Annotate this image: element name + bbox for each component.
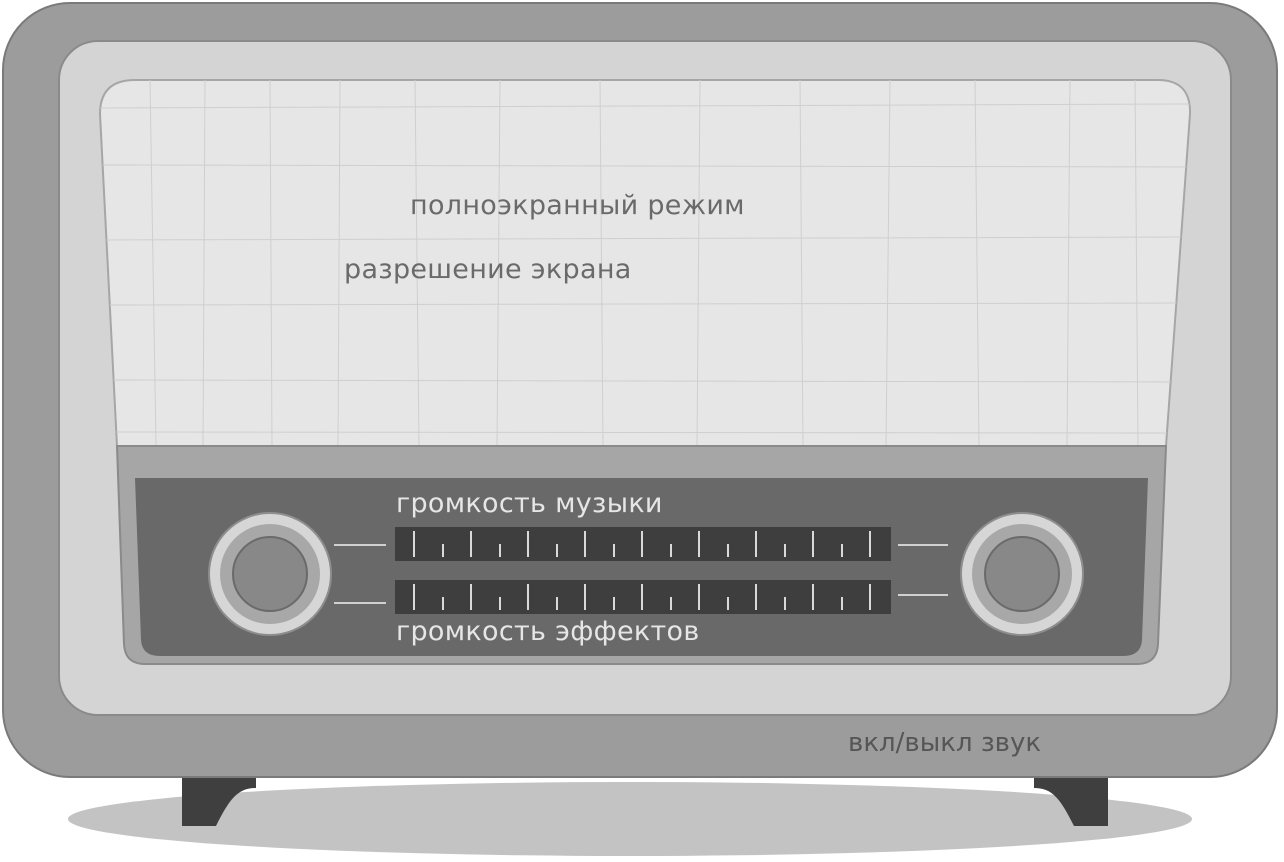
- radio-screen: [98, 79, 1192, 665]
- slider-tick: [584, 531, 586, 557]
- knob-cap: [984, 536, 1060, 612]
- slider-tick: [783, 597, 786, 610]
- slider-tick: [413, 531, 415, 557]
- slider-tick: [470, 531, 472, 557]
- slider-tick: [812, 584, 814, 610]
- right-tuning-knob[interactable]: [960, 512, 1084, 636]
- slider-tick: [441, 544, 444, 557]
- knob-connector-line: [334, 544, 386, 546]
- slider-tick: [470, 584, 472, 610]
- slider-tick: [584, 584, 586, 610]
- slider-tick: [555, 544, 558, 557]
- slider-tick: [669, 544, 672, 557]
- left-tuning-knob[interactable]: [208, 512, 332, 636]
- slider-tick: [726, 544, 729, 557]
- sound-toggle-button[interactable]: вкл/выкл звук: [848, 728, 1041, 758]
- knob-connector-line: [898, 594, 948, 596]
- slider-tick: [840, 544, 843, 557]
- slider-tick: [869, 584, 871, 610]
- effects-volume-slider[interactable]: [395, 580, 891, 614]
- slider-tick: [669, 597, 672, 610]
- slider-tick: [441, 597, 444, 610]
- music-volume-label: громкость музыки: [396, 488, 663, 519]
- knob-cap: [232, 536, 308, 612]
- slider-tick: [413, 584, 415, 610]
- slider-tick: [498, 597, 501, 610]
- slider-tick: [869, 531, 871, 557]
- fullscreen-option[interactable]: полноэкранный режим: [410, 190, 745, 221]
- music-volume-slider[interactable]: [395, 527, 891, 561]
- resolution-option[interactable]: разрешение экрана: [344, 254, 632, 285]
- slider-tick: [812, 531, 814, 557]
- slider-tick: [726, 597, 729, 610]
- knob-connector-line: [898, 544, 948, 546]
- slider-tick: [783, 544, 786, 557]
- slider-tick: [527, 531, 529, 557]
- slider-tick: [698, 584, 700, 610]
- slider-tick: [555, 597, 558, 610]
- knob-connector-line: [334, 602, 386, 604]
- slider-tick: [612, 597, 615, 610]
- slider-tick: [498, 544, 501, 557]
- slider-tick: [755, 531, 757, 557]
- slider-tick: [641, 584, 643, 610]
- slider-tick: [755, 584, 757, 610]
- slider-tick: [840, 597, 843, 610]
- slider-tick: [698, 531, 700, 557]
- slider-tick: [612, 544, 615, 557]
- slider-tick: [641, 531, 643, 557]
- effects-volume-label: громкость эффектов: [396, 616, 700, 647]
- slider-tick: [527, 584, 529, 610]
